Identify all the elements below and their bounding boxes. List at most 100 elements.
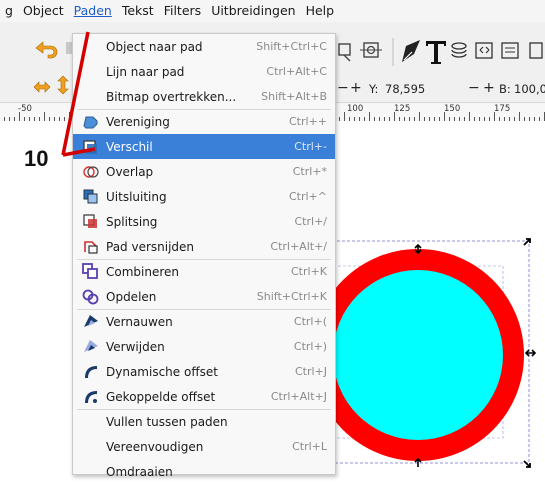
ruler-tick bbox=[494, 112, 495, 121]
paden-menu: Object naar pad Shift+Ctrl+C Lijn naar pad… bbox=[72, 33, 336, 479]
inset-icon bbox=[84, 315, 98, 327]
ruler-label: 150 bbox=[444, 104, 461, 114]
menu-item-shortcut: Ctrl+Alt+C bbox=[266, 65, 327, 78]
menu-item-bitmap-overtrekken[interactable]: Bitmap overtrekken... Shift+Alt+B bbox=[73, 84, 335, 109]
snap-nodes-icon[interactable] bbox=[360, 42, 382, 58]
snap-icon[interactable] bbox=[338, 43, 351, 62]
menu-item-verschil[interactable]: Verschil Ctrl+- bbox=[73, 134, 335, 159]
menu-item-shortcut: Ctrl+L bbox=[292, 440, 327, 453]
menu-item-shortcut: Ctrl+( bbox=[293, 315, 327, 328]
combine-icon bbox=[82, 263, 98, 279]
menu-item-vereenvoudigen[interactable]: Vereenvoudigen Ctrl+L bbox=[73, 434, 335, 459]
menu-item-opdelen[interactable]: Opdelen Shift+Ctrl+K bbox=[73, 284, 335, 309]
intersection-icon bbox=[83, 166, 99, 178]
flip-horizontal-icon[interactable] bbox=[33, 81, 51, 93]
menu-item-lijn-naar-pad[interactable]: Lijn naar pad Ctrl+Alt+C bbox=[73, 59, 335, 84]
menu-tekst[interactable]: Tekst bbox=[117, 0, 159, 22]
menu-item-verwijden[interactable]: Verwijden Ctrl+) bbox=[73, 334, 335, 359]
menu-item-label: Lijn naar pad bbox=[106, 64, 185, 79]
menu-item-vereniging[interactable]: Vereniging Ctrl++ bbox=[73, 109, 335, 134]
menu-item-label: Combineren bbox=[106, 264, 180, 279]
cyan-circle[interactable] bbox=[333, 270, 503, 440]
menu-item-shortcut: Ctrl+Alt+J bbox=[270, 390, 327, 403]
menu-item-label: Gekoppelde offset bbox=[106, 389, 216, 404]
menu-item-shortcut: Ctrl+) bbox=[293, 340, 327, 353]
menu-item-object-naar-pad[interactable]: Object naar pad Shift+Ctrl+C bbox=[73, 34, 335, 59]
menu-paden[interactable]: Paden bbox=[69, 0, 117, 22]
menu-item-shortcut: Ctrl+Alt+/ bbox=[270, 240, 327, 253]
ruler-tick bbox=[69, 112, 70, 121]
menu-item-label: Vereenvoudigen bbox=[106, 439, 204, 454]
undo-icon[interactable] bbox=[35, 41, 58, 59]
y-label: Y: bbox=[369, 82, 379, 96]
ruler-tick bbox=[369, 112, 370, 121]
menu-item-label: Uitsluiting bbox=[106, 189, 167, 204]
ruler-tick bbox=[469, 112, 470, 121]
menu-item-shortcut: Ctrl++ bbox=[288, 115, 327, 128]
b-decrement-button[interactable]: − bbox=[468, 80, 480, 96]
menu-item-overlap[interactable]: Overlap Ctrl+* bbox=[73, 159, 335, 184]
menu-item-label: Dynamische offset bbox=[106, 364, 218, 379]
menu-item-label: Splitsing bbox=[106, 214, 158, 229]
preferences-icon[interactable] bbox=[529, 42, 543, 59]
width-input[interactable]: 100,0 bbox=[514, 82, 545, 96]
ruler-label: 100 bbox=[347, 104, 364, 114]
menu-item-label: Opdelen bbox=[106, 289, 157, 304]
ruler-tick bbox=[44, 112, 45, 121]
menu-item-shortcut: Ctrl+* bbox=[292, 165, 327, 178]
b-increment-button[interactable]: + bbox=[483, 80, 495, 96]
pen-tool-icon[interactable] bbox=[402, 40, 420, 62]
menu-item-shortcut: Ctrl+- bbox=[294, 140, 327, 153]
menu-item-omdraaien[interactable]: Omdraaien bbox=[73, 459, 335, 484]
outset-icon bbox=[84, 340, 98, 352]
menu-item-label: Overlap bbox=[106, 164, 154, 179]
step-number-callout: 10 bbox=[24, 146, 49, 171]
width-label: B: bbox=[499, 82, 511, 96]
menu-item-uitsluiting[interactable]: Uitsluiting Ctrl+^ bbox=[73, 184, 335, 209]
layers-icon[interactable] bbox=[451, 42, 467, 58]
menu-object[interactable]: Object bbox=[18, 0, 69, 22]
menu-item-label: Omdraaien bbox=[106, 464, 173, 479]
menu-item-vernauwen[interactable]: Vernauwen Ctrl+( bbox=[73, 309, 335, 334]
menu-help[interactable]: Help bbox=[301, 0, 340, 22]
menu-item-combineren[interactable]: Combineren Ctrl+K bbox=[73, 259, 335, 284]
menu-bar: g Object Paden Tekst Filters Uitbreiding… bbox=[0, 0, 545, 22]
break-apart-icon bbox=[82, 289, 99, 305]
menu-item-gekoppelde-offset[interactable]: Gekoppelde offset Ctrl+Alt+J bbox=[73, 384, 335, 409]
menu-item-shortcut: Shift+Ctrl+C bbox=[256, 40, 327, 53]
exclusion-icon bbox=[83, 189, 98, 204]
division-icon bbox=[83, 214, 97, 228]
menu-item-label: Bitmap overtrekken... bbox=[106, 89, 237, 104]
menu-item-vullen-tussen-paden[interactable]: Vullen tussen paden bbox=[73, 409, 335, 434]
ruler-tick bbox=[519, 112, 520, 121]
menu-uitbreidingen[interactable]: Uitbreidingen bbox=[206, 0, 300, 22]
ruler-label: 175 bbox=[494, 104, 511, 114]
menu-extensions-partial[interactable]: g bbox=[0, 0, 18, 22]
menu-item-pad-versnijden[interactable]: Pad versnijden Ctrl+Alt+/ bbox=[73, 234, 335, 259]
scale-handle-right[interactable] bbox=[524, 349, 537, 357]
y-decrement-button[interactable]: − bbox=[337, 80, 349, 96]
text-tool-icon[interactable] bbox=[426, 41, 446, 64]
ruler-label: 125 bbox=[394, 104, 411, 114]
menu-filters[interactable]: Filters bbox=[159, 0, 206, 22]
menu-item-label: Object naar pad bbox=[106, 39, 203, 54]
flip-vertical-icon[interactable] bbox=[57, 75, 69, 95]
y-increment-button[interactable]: + bbox=[350, 80, 362, 96]
menu-item-shortcut: Shift+Ctrl+K bbox=[256, 290, 327, 303]
menu-item-splitsing[interactable]: Splitsing Ctrl+/ bbox=[73, 209, 335, 234]
ruler-tick bbox=[444, 112, 445, 121]
menu-item-dynamische-offset[interactable]: Dynamische offset Ctrl+J bbox=[73, 359, 335, 384]
dynamic-offset-icon bbox=[85, 366, 97, 378]
cut-path-icon bbox=[84, 241, 98, 254]
scale-handle-top[interactable] bbox=[414, 243, 422, 255]
union-icon bbox=[83, 116, 98, 129]
ruler-tick bbox=[19, 112, 20, 121]
y-input[interactable]: 78,595 bbox=[385, 82, 425, 96]
menu-item-label: Vernauwen bbox=[106, 314, 173, 329]
document-properties-icon[interactable] bbox=[501, 42, 519, 59]
linked-offset-icon bbox=[85, 391, 97, 403]
menu-item-label: Pad versnijden bbox=[106, 239, 195, 254]
ruler-tick bbox=[344, 112, 345, 121]
xml-editor-icon[interactable] bbox=[475, 42, 493, 59]
menu-item-shortcut: Ctrl+/ bbox=[294, 215, 328, 228]
